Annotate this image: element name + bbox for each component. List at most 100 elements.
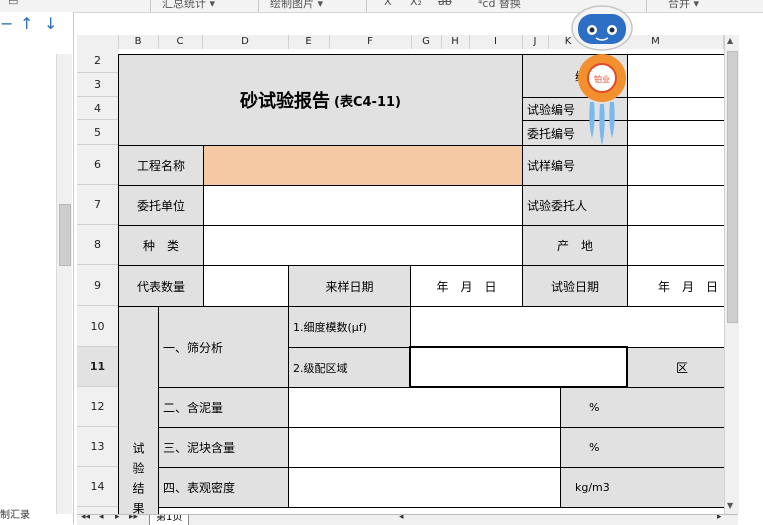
sample-number-value-cell[interactable] <box>627 145 724 186</box>
sieve-analysis-label-cell[interactable]: 一、筛分析 <box>158 306 289 388</box>
project-name-label-cell[interactable]: 工程名称 <box>118 145 204 186</box>
clay-lump-label-cell[interactable]: 三、泥块含量 <box>158 427 289 468</box>
clay-lump-unit: % <box>589 441 600 454</box>
fineness-modulus-label-cell[interactable]: 1.细度模数(μf) <box>288 306 411 348</box>
row-header-8[interactable]: 8 <box>77 225 118 265</box>
type-input-cell[interactable] <box>203 225 523 266</box>
origin-label-cell[interactable]: 产 地 <box>522 225 628 266</box>
last-sheet-icon[interactable]: ▸▸ <box>129 515 138 522</box>
test-client-label-cell[interactable]: 试验委托人 <box>522 185 628 226</box>
row-header-3[interactable]: 3 <box>77 73 118 97</box>
arrow-up-icon[interactable]: ↑ <box>20 14 33 34</box>
clear-format-button[interactable]: X <box>384 0 392 8</box>
replace-button[interactable]: ⁴cd 替换 <box>478 0 521 11</box>
draw-picture-button[interactable]: 绘制图片 ▾ <box>270 0 323 11</box>
left-panel-scrollbar[interactable] <box>56 54 72 514</box>
column-header-e[interactable]: E <box>288 35 330 49</box>
apparent-density-input-cell[interactable] <box>288 467 561 508</box>
grading-zone-label-cell[interactable]: 2.级配区域 <box>288 347 411 388</box>
clay-lump-unit-cell[interactable]: % <box>560 427 724 468</box>
column-header-c[interactable]: C <box>158 35 203 49</box>
row-header-4[interactable]: 4 <box>77 97 118 120</box>
hscroll-right-icon[interactable]: ▸ <box>717 515 722 522</box>
sampling-date-placeholder: 年 月 日 <box>436 279 497 294</box>
first-sheet-icon[interactable]: ◂◂ <box>81 515 90 522</box>
client-unit-label-cell[interactable]: 委托单位 <box>118 185 204 226</box>
apparent-density-label-cell[interactable]: 四、表观密度 <box>158 467 289 508</box>
left-panel-scroll-thumb[interactable] <box>59 204 71 266</box>
report-title-cell[interactable]: 砂试验报告 (表C4-11) <box>118 54 523 146</box>
mascot-badge-text: 铂业 <box>594 74 610 84</box>
scroll-up-icon[interactable]: ▲ <box>727 36 733 45</box>
vertical-scrollbar[interactable]: ▲ ▼ <box>724 35 739 514</box>
column-header-i[interactable]: I <box>469 35 523 49</box>
strikethrough-button[interactable]: ab <box>438 0 452 8</box>
row-header-2[interactable]: 2 <box>77 49 118 73</box>
column-header-g[interactable]: G <box>411 35 442 49</box>
report-table-code: (表C4-11) <box>334 94 401 110</box>
mud-content-input-cell[interactable] <box>288 387 561 428</box>
test-client-value-cell[interactable] <box>627 185 724 226</box>
ribbon-separator <box>258 0 259 12</box>
type-label: 种 类 <box>142 239 179 253</box>
vertical-scroll-thumb[interactable] <box>727 51 738 323</box>
row-header-6[interactable]: 6 <box>77 145 118 185</box>
row-header-13[interactable]: 13 <box>77 427 118 467</box>
origin-value-cell[interactable] <box>627 225 724 266</box>
row-header-9[interactable]: 9 <box>77 265 118 306</box>
sieve-analysis-label: 一、筛分析 <box>163 340 224 355</box>
next-sheet-icon[interactable]: ▸ <box>115 515 120 522</box>
subscript-button[interactable]: X₂ <box>410 0 422 8</box>
column-header-j[interactable]: J <box>522 35 549 49</box>
row-header-5[interactable]: 5 <box>77 120 118 145</box>
sampling-date-input-cell[interactable]: 年 月 日 <box>410 265 523 307</box>
client-unit-input-cell[interactable] <box>203 185 523 226</box>
row-header-10[interactable]: 10 <box>77 306 118 347</box>
hscroll-left-icon[interactable]: ◂ <box>399 515 404 522</box>
left-navigation-panel: − ↑ ↓ 制汇录 <box>0 12 74 524</box>
scroll-down-icon[interactable]: ▼ <box>727 501 733 510</box>
apparent-density-unit-cell[interactable]: kg/m3 <box>560 467 724 508</box>
prev-sheet-icon[interactable]: ◂ <box>99 515 104 522</box>
results-label-cell[interactable]: 试验结果 <box>118 306 159 514</box>
sampling-date-label-cell[interactable]: 来样日期 <box>288 265 411 307</box>
mud-content-label-cell[interactable]: 二、含泥量 <box>158 387 289 428</box>
ribbon-separator <box>646 0 647 12</box>
fineness-modulus-label: 1.细度模数(μf) <box>293 321 367 334</box>
sheet-tab-page-1[interactable]: 第1页 <box>149 515 190 525</box>
quantity-label-cell[interactable]: 代表数量 <box>118 265 204 307</box>
column-header-h[interactable]: H <box>441 35 470 49</box>
grading-zone-unit-cell[interactable]: 区 <box>627 347 724 388</box>
row-header-12[interactable]: 12 <box>77 387 118 427</box>
row-header-7[interactable]: 7 <box>77 185 118 225</box>
quantity-input-cell[interactable] <box>203 265 289 307</box>
mascot-head <box>571 5 633 51</box>
column-header-b[interactable]: B <box>118 35 159 49</box>
test-date-input-cell[interactable]: 年 月 日 <box>627 265 724 307</box>
grading-zone-input-cell[interactable] <box>409 346 628 388</box>
mud-content-unit-cell[interactable]: % <box>560 387 724 428</box>
merge-button[interactable]: 合并 ▾ <box>668 0 699 11</box>
minus-icon[interactable]: − <box>0 14 13 34</box>
row-header-14[interactable]: 14 <box>77 467 118 507</box>
column-header-d[interactable]: D <box>202 35 289 49</box>
quantity-label: 代表数量 <box>136 279 185 294</box>
clay-lump-input-cell[interactable] <box>288 427 561 468</box>
test-date-label-cell[interactable]: 试验日期 <box>522 265 628 307</box>
row-header-11[interactable]: 11 <box>77 347 118 387</box>
select-all-corner[interactable] <box>77 35 119 49</box>
summary-stats-button[interactable]: 汇总统计 ▾ <box>162 0 215 11</box>
commission-number-value-cell[interactable] <box>627 120 724 146</box>
mud-content-unit: % <box>589 401 600 414</box>
number-value-cell[interactable] <box>627 54 724 98</box>
arrow-down-icon[interactable]: ↓ <box>44 14 57 34</box>
ribbon-icon[interactable]: ▭ <box>8 0 18 8</box>
fineness-modulus-input-cell[interactable] <box>410 306 724 348</box>
column-header-f[interactable]: F <box>329 35 412 49</box>
project-name-input-cell[interactable] <box>203 145 523 186</box>
robot-mascot-icon[interactable]: 铂业 <box>568 0 636 150</box>
sample-number-label-cell[interactable]: 试样编号 <box>522 145 628 186</box>
test-number-value-cell[interactable] <box>627 97 724 121</box>
type-label-cell[interactable]: 种 类 <box>118 225 204 266</box>
ribbon-separator <box>366 0 367 12</box>
